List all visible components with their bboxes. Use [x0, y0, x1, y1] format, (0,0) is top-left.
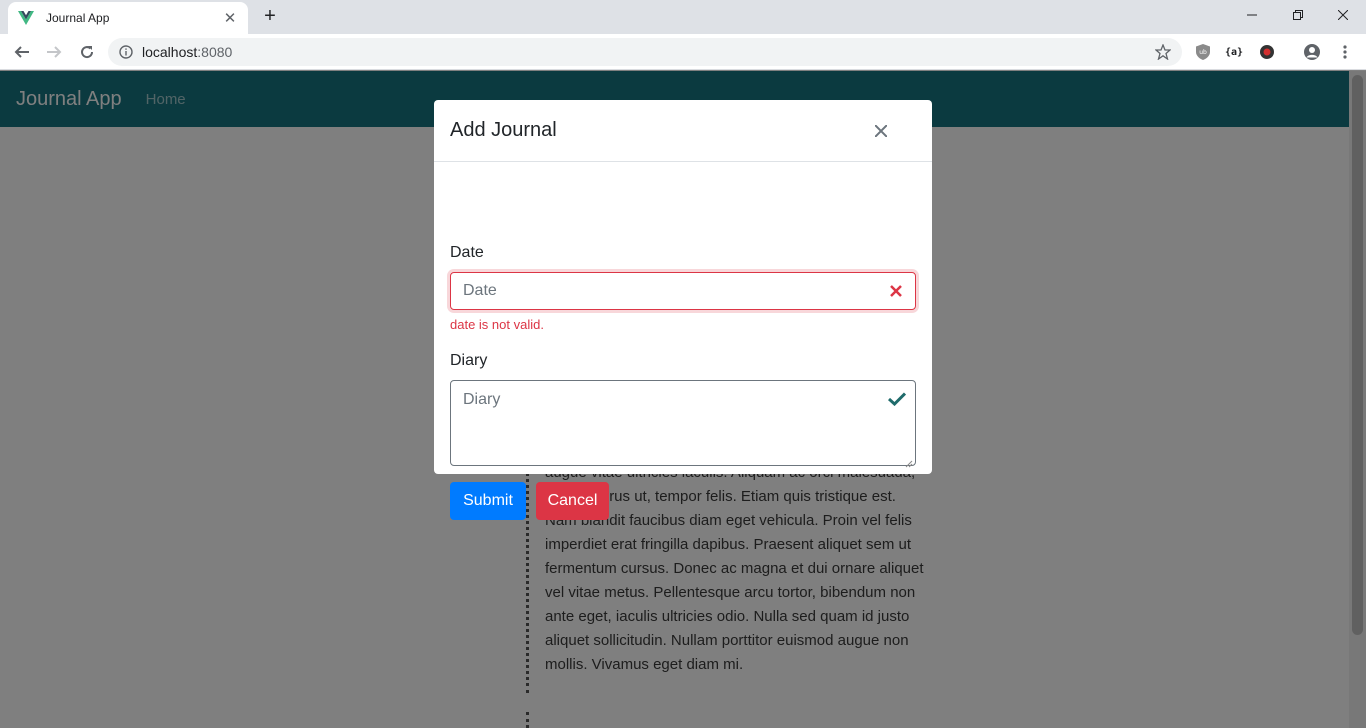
- url-port: :8080: [197, 44, 233, 60]
- window-close-icon[interactable]: [1320, 0, 1366, 30]
- cancel-button[interactable]: Cancel: [536, 482, 609, 520]
- browser-tab-bar: Journal App ✕ +: [0, 0, 1366, 34]
- address-bar[interactable]: localhost:8080: [108, 38, 1182, 66]
- diary-placeholder: Diary: [463, 391, 501, 408]
- modal-title: Add Journal: [450, 119, 557, 141]
- bookmark-star-icon[interactable]: [1154, 43, 1172, 61]
- date-placeholder: Date: [463, 282, 497, 299]
- modal-header: Add Journal: [434, 100, 932, 162]
- date-error-message: date is not valid.: [450, 317, 544, 332]
- info-icon[interactable]: [118, 44, 134, 60]
- back-arrow-icon[interactable]: [10, 40, 34, 64]
- submit-button[interactable]: Submit: [450, 482, 526, 520]
- json-formatter-icon[interactable]: {a}: [1224, 42, 1244, 62]
- profile-avatar-icon[interactable]: [1302, 42, 1322, 62]
- svg-text:ub: ub: [1199, 49, 1207, 56]
- date-input[interactable]: Date: [450, 272, 916, 310]
- url-host: localhost: [142, 44, 198, 60]
- new-tab-icon[interactable]: +: [258, 6, 282, 28]
- invalid-x-icon: [887, 282, 905, 300]
- tab-title: Journal App: [46, 11, 110, 25]
- diary-textarea[interactable]: Diary: [450, 380, 916, 468]
- vue-logo-icon: [18, 10, 34, 26]
- date-label: Date: [450, 244, 484, 261]
- forward-arrow-icon[interactable]: [42, 40, 66, 64]
- ublock-shield-icon[interactable]: ub: [1193, 42, 1213, 62]
- browser-menu-icon[interactable]: [1335, 42, 1355, 62]
- valid-check-icon: [887, 389, 907, 409]
- extension-badge-icon[interactable]: [1257, 42, 1277, 62]
- diary-label: Diary: [450, 352, 488, 369]
- resize-handle-icon[interactable]: [905, 455, 913, 468]
- close-icon[interactable]: [870, 120, 892, 142]
- url-text: localhost:8080: [142, 44, 232, 60]
- browser-toolbar: localhost:8080 ub {a}: [0, 34, 1366, 70]
- minimize-icon[interactable]: [1229, 0, 1275, 30]
- browser-tab[interactable]: Journal App ✕: [8, 2, 248, 34]
- reload-icon[interactable]: [75, 40, 99, 64]
- restore-icon[interactable]: [1275, 0, 1321, 30]
- tab-close-icon[interactable]: ✕: [222, 10, 238, 27]
- add-journal-modal: Add Journal Date Date date is not valid.…: [434, 100, 932, 520]
